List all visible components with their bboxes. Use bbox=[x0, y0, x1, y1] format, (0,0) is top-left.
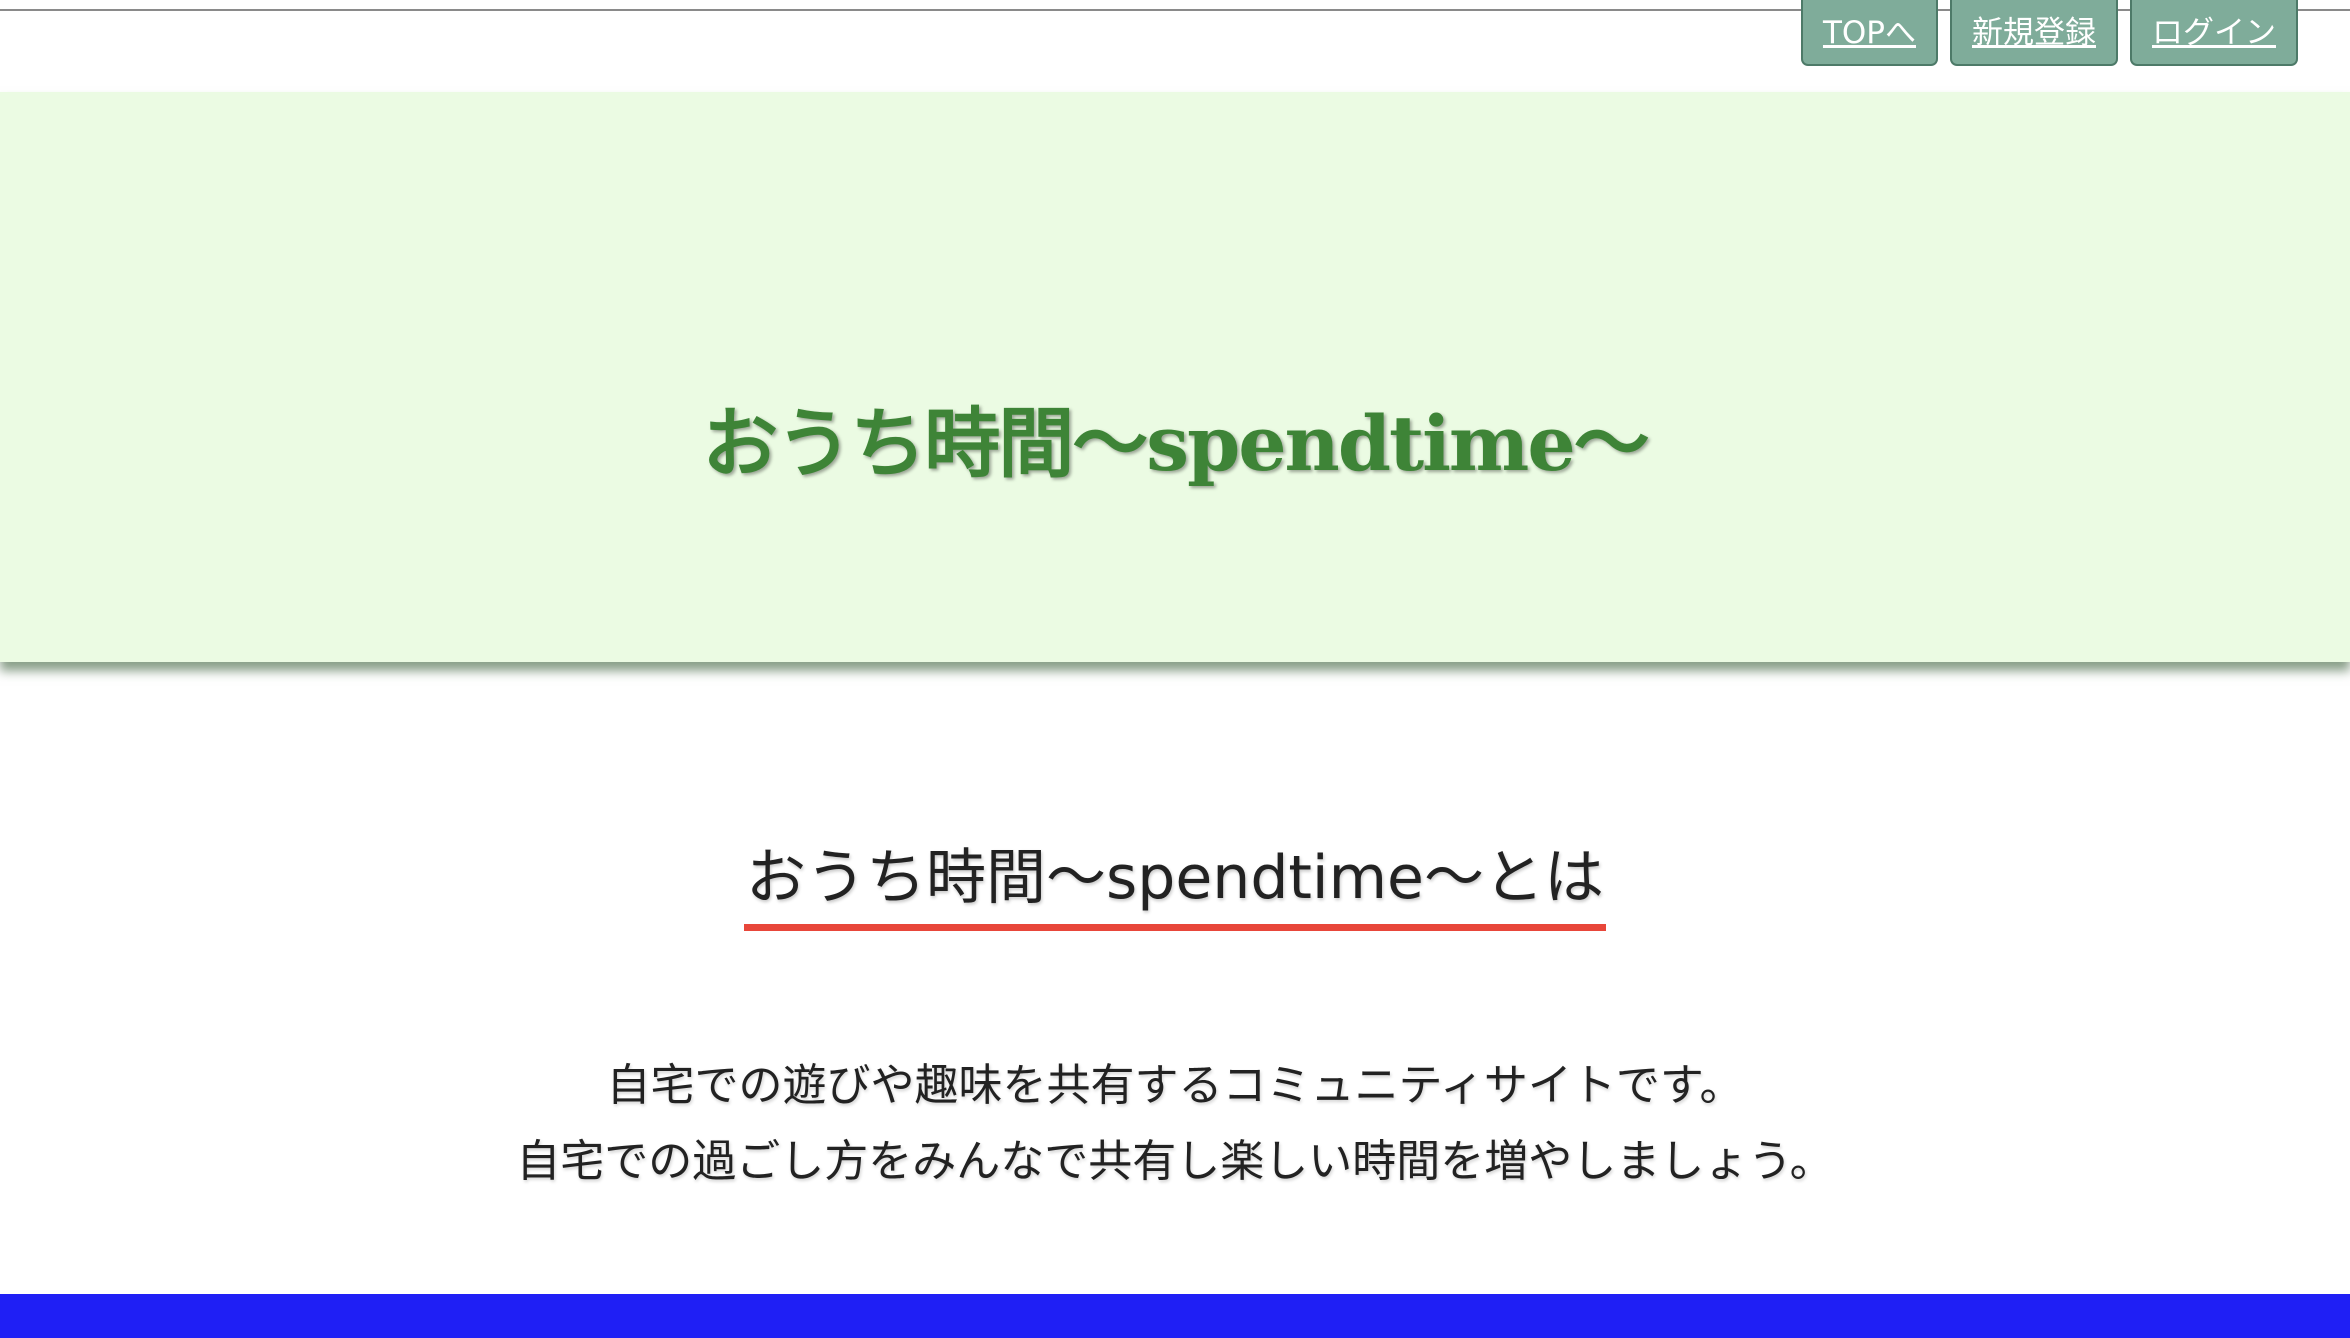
site-title: おうち時間〜spendtime〜 bbox=[702, 399, 1649, 488]
footer-bar bbox=[0, 1294, 2350, 1338]
about-description: 自宅での遊びや趣味を共有するコミュニティサイトです。 自宅での過ごし方をみんなで… bbox=[0, 1048, 2350, 1200]
about-section: おうち時間〜spendtime〜とは bbox=[0, 832, 2350, 931]
page: TOPへ 新規登録 ログイン おうち時間〜spendtime〜 おうち時間〜sp… bbox=[0, 0, 2350, 1338]
about-line-1: 自宅での遊びや趣味を共有するコミュニティサイトです。 bbox=[606, 1060, 1744, 1111]
top-button[interactable]: TOPへ bbox=[1800, 0, 1938, 66]
signup-button[interactable]: 新規登録 bbox=[1950, 0, 2118, 66]
header-nav: TOPへ 新規登録 ログイン bbox=[1800, 0, 2298, 66]
about-heading: おうち時間〜spendtime〜とは bbox=[744, 832, 1606, 931]
hero-banner: おうち時間〜spendtime〜 bbox=[0, 92, 2350, 662]
about-line-2: 自宅での過ごし方をみんなで共有し楽しい時間を増やしましょう。 bbox=[516, 1136, 1834, 1187]
login-button[interactable]: ログイン bbox=[2130, 0, 2298, 66]
